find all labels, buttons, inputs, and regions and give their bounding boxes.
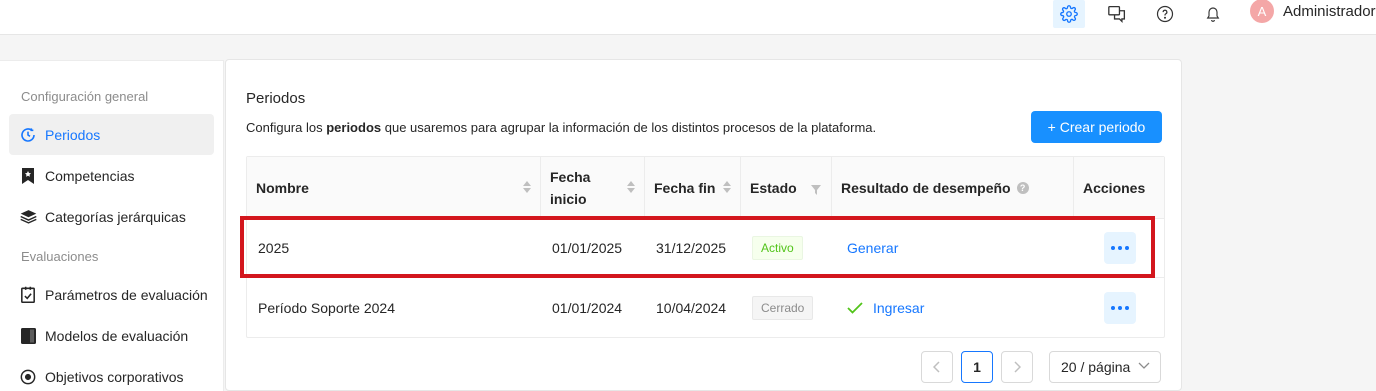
cell-end: 31/12/2025 xyxy=(656,240,727,256)
sidebar-item-label: Periodos xyxy=(45,126,101,143)
help-icon[interactable] xyxy=(1149,0,1181,28)
info-icon[interactable]: ? xyxy=(1016,181,1029,194)
cell-status: Activo xyxy=(741,236,832,260)
sidebar-item-label: Objetivos corporativos xyxy=(45,368,184,385)
col-name-label: Nombre xyxy=(256,179,309,196)
avatar-initial: A xyxy=(1257,3,1267,19)
page-size-select[interactable]: 20 / página xyxy=(1049,351,1161,383)
filter-icon[interactable] xyxy=(811,182,821,198)
sort-icon[interactable] xyxy=(627,181,635,195)
cell-name: 2025 xyxy=(258,240,290,256)
col-start-label: Fecha inicio xyxy=(550,166,590,210)
bell-icon[interactable] xyxy=(1197,0,1229,28)
col-result-label: Resultado de desempeño xyxy=(841,179,1011,196)
page-size-label: 20 / página xyxy=(1061,359,1131,375)
next-page-button[interactable] xyxy=(1001,351,1033,383)
sidebar-item-objetivos[interactable]: Objetivos corporativos xyxy=(9,356,214,391)
table-row: 2025 01/01/2025 31/12/2025 Activo Genera… xyxy=(247,219,1164,278)
sidebar-item-label: Modelos de evaluación xyxy=(45,327,189,344)
book-icon xyxy=(19,327,37,345)
col-result: Resultado de desempeño ? xyxy=(832,157,1074,218)
sidebar-item-modelos[interactable]: Modelos de evaluación xyxy=(9,315,214,356)
col-start-date[interactable]: Fecha inicio xyxy=(541,157,645,218)
col-start-label-1: Fecha xyxy=(550,168,591,185)
sidebar-item-competencias[interactable]: Competencias xyxy=(9,155,214,196)
main-card: Periodos Configura los periodos que usar… xyxy=(225,59,1182,391)
layers-icon xyxy=(19,208,37,226)
status-badge: Cerrado xyxy=(752,295,814,320)
sidebar-item-label: Competencias xyxy=(45,167,135,184)
sidebar: Configuración general Periodos Competenc… xyxy=(0,60,224,391)
enter-link[interactable]: Ingresar xyxy=(873,300,924,316)
cell-name: Período Soporte 2024 xyxy=(258,299,395,316)
bookmark-icon xyxy=(19,167,37,185)
desc-suffix: que usaremos para agrupar la información… xyxy=(381,120,877,135)
desc-prefix: Configura los xyxy=(246,120,327,135)
period-icon xyxy=(19,126,37,144)
checklist-icon xyxy=(19,286,37,304)
avatar[interactable]: A xyxy=(1250,0,1274,23)
page-description: Configura los periodos que usaremos para… xyxy=(246,120,876,135)
cell-end: 10/04/2024 xyxy=(656,299,727,316)
sort-icon[interactable] xyxy=(523,181,531,195)
sidebar-item-label: Categorías jerárquicas xyxy=(45,208,186,225)
sidebar-item-categorias[interactable]: Categorías jerárquicas xyxy=(9,196,214,237)
cell-result: Generar xyxy=(832,240,1074,256)
col-actions-label: Acciones xyxy=(1083,179,1146,196)
chevron-left-icon xyxy=(933,361,940,373)
create-period-button[interactable]: + Crear periodo xyxy=(1031,111,1162,143)
cell-status: Cerrado xyxy=(741,295,832,320)
col-status-label: Estado xyxy=(750,179,797,196)
gear-icon[interactable] xyxy=(1053,0,1085,28)
more-actions-button[interactable] xyxy=(1104,232,1136,264)
col-end-date[interactable]: Fecha fin xyxy=(645,157,741,218)
periods-table: Nombre Fecha inicio Fecha fin Estado Resu… xyxy=(246,156,1165,338)
sidebar-item-periodos[interactable]: Periodos xyxy=(9,114,214,155)
prev-page-button[interactable] xyxy=(921,351,953,383)
sidebar-section-evaluaciones: Evaluaciones xyxy=(21,249,99,264)
page-title: Periodos xyxy=(246,90,306,107)
page-1-button[interactable]: 1 xyxy=(961,351,993,383)
top-bar: A Administrador xyxy=(0,0,1376,35)
user-name[interactable]: Administrador xyxy=(1283,3,1376,20)
sort-icon[interactable] xyxy=(723,181,731,195)
desc-keyword: periodos xyxy=(326,120,382,135)
table-header: Nombre Fecha inicio Fecha fin Estado Resu… xyxy=(247,157,1164,219)
check-icon xyxy=(847,301,863,314)
table-row: Período Soporte 2024 01/01/2024 10/04/20… xyxy=(247,278,1164,337)
sidebar-item-label: Parámetros de evaluación xyxy=(45,286,208,303)
cell-actions xyxy=(1074,291,1164,324)
chevron-down-icon xyxy=(1138,362,1150,369)
col-actions: Acciones xyxy=(1074,157,1164,218)
col-end-label: Fecha fin xyxy=(654,179,716,196)
sidebar-item-parametros[interactable]: Parámetros de evaluación xyxy=(9,274,214,315)
target-icon xyxy=(19,368,37,386)
cell-result: Ingresar xyxy=(832,300,1074,316)
cell-start: 01/01/2024 xyxy=(552,299,623,316)
generate-link[interactable]: Generar xyxy=(847,240,898,256)
status-badge: Activo xyxy=(752,236,803,260)
col-name[interactable]: Nombre xyxy=(247,157,541,218)
cell-actions xyxy=(1074,232,1164,264)
chat-icon[interactable] xyxy=(1101,0,1133,28)
chevron-right-icon xyxy=(1014,361,1021,373)
sidebar-section-general: Configuración general xyxy=(21,89,149,104)
col-start-label-2: inicio xyxy=(550,190,587,207)
more-actions-button[interactable] xyxy=(1104,291,1136,324)
col-status[interactable]: Estado xyxy=(741,157,832,218)
cell-start: 01/01/2025 xyxy=(552,240,623,256)
